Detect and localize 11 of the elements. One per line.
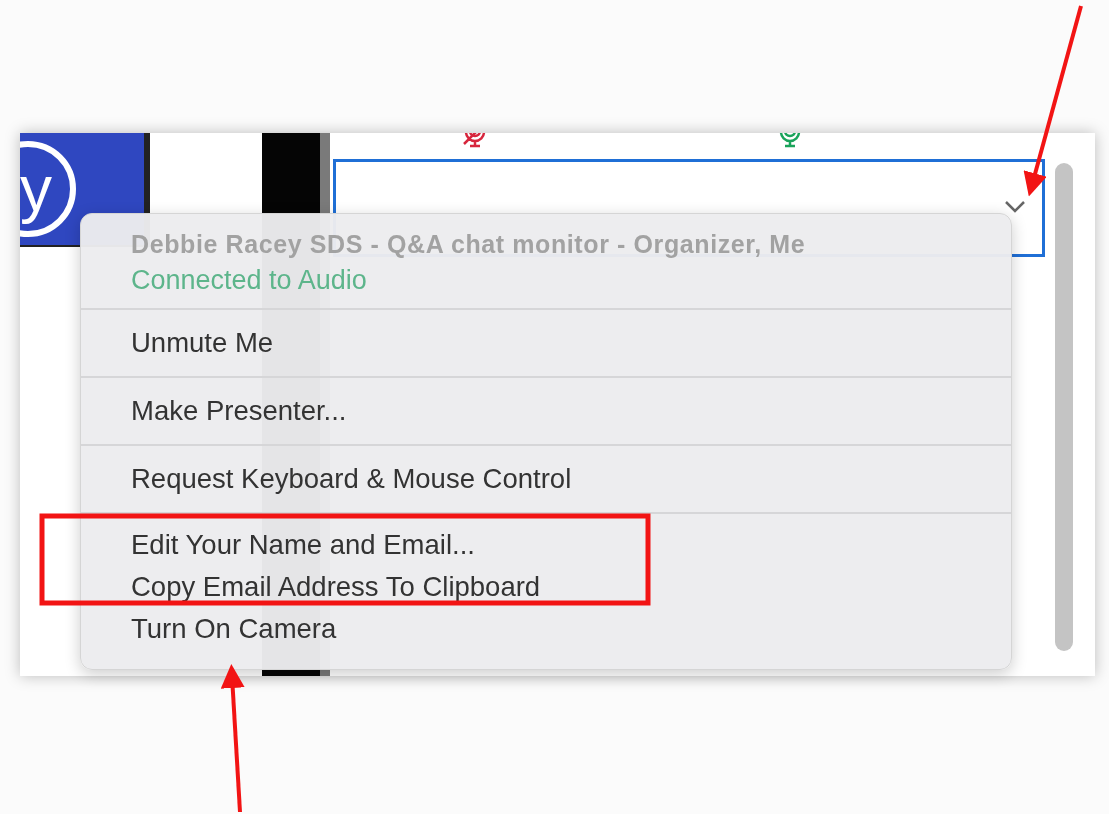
menu-item[interactable]: Edit Your Name and Email... bbox=[131, 524, 961, 566]
menu-item[interactable]: Copy Email Address To Clipboard bbox=[131, 566, 961, 608]
participant-name: Debbie Racey SDS - Q&A chat monitor - Organizer, Me bbox=[131, 229, 807, 260]
menu-item[interactable]: Turn On Camera bbox=[131, 608, 961, 650]
scrollbar[interactable] bbox=[1055, 163, 1073, 651]
chevron-icon[interactable] bbox=[1004, 200, 1026, 214]
menu-item[interactable]: Request Keyboard & Mouse Control bbox=[131, 456, 961, 502]
audio-status: Connected to Audio bbox=[131, 264, 368, 297]
menu-item[interactable]: Make Presenter... bbox=[131, 388, 961, 434]
menu-item[interactable]: Unmute Me bbox=[131, 320, 961, 366]
logo-text: y bbox=[20, 141, 76, 237]
